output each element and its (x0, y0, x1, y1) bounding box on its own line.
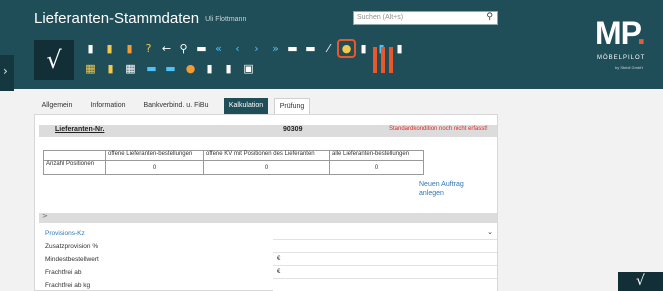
search-icon[interactable]: ⚲ (486, 12, 493, 22)
field-label: Frachtfrei ab (45, 269, 82, 276)
page-title: Lieferanten-Stammdaten Uli Flottmann (34, 10, 246, 27)
first-icon[interactable]: « (212, 42, 225, 55)
doc-report-icon[interactable]: ▮ (357, 42, 370, 55)
doc-b-icon[interactable]: ▮ (222, 62, 235, 75)
count-cell: 0 (203, 160, 330, 175)
header-bar: Lieferanten-Stammdaten Uli Flottmann Such… (0, 0, 663, 89)
grid-icon[interactable]: ▦ (124, 62, 137, 75)
field-value: € (277, 256, 281, 262)
main-content: Allgemein Information Bankverbind. u. FiBu… (30, 89, 663, 291)
sidebar-toggle[interactable]: › (0, 55, 14, 91)
print-icon[interactable]: ▬ (195, 42, 208, 55)
field-row: Provisions-Kz ⌄ (43, 228, 498, 240)
search-icon[interactable]: ⚲ (177, 42, 190, 55)
mail-icon[interactable]: ▬ (286, 42, 299, 55)
count-cell: 0 (329, 160, 424, 175)
standard-condition-warning: Standardkondition noch nicht erfasst! (389, 126, 488, 132)
field-row: Zusatzprovision % (43, 241, 498, 253)
logo: MP. MÖBELPILOT by Steidl GmbH (593, 15, 653, 75)
supplier-number-label: Lieferanten-Nr. (55, 126, 105, 133)
tab-allgemein[interactable]: Allgemein (34, 98, 80, 114)
field-select[interactable]: ⌄ (273, 228, 497, 240)
app-window: Lieferanten-Stammdaten Uli Flottmann Such… (0, 0, 663, 291)
doc-edit-icon[interactable]: ▮ (103, 42, 116, 55)
chevron-right-icon: › (3, 64, 8, 78)
doc-new-icon[interactable]: ▮ (84, 42, 97, 55)
field-row: Frachtfrei ab € (43, 267, 498, 279)
new-order-link[interactable]: Neuen Auftrag anlegen (419, 180, 479, 198)
truck-out-icon[interactable]: ▬ (145, 62, 158, 75)
section-strip: > (39, 212, 497, 223)
supplier-header: Lieferanten-Nr. 90309 Standardkondition no… (39, 125, 497, 137)
confirm-check-button[interactable]: √ (618, 272, 663, 291)
prev-icon[interactable]: ‹ (231, 42, 244, 55)
field-label: Mindestbestellwert (45, 256, 99, 263)
open-orders-table: offene Lieferanten-bestellungen offene KV… (43, 150, 424, 175)
field-label[interactable]: Provisions-Kz (45, 230, 85, 237)
palette-icon[interactable]: ● (184, 62, 197, 75)
table-header-row: offene Lieferanten-bestellungen offene KV… (43, 150, 424, 161)
truck-icon[interactable]: ▬ (304, 42, 317, 55)
last-icon[interactable]: » (269, 42, 282, 55)
highlight-marker-b (381, 47, 385, 73)
help-icon[interactable]: ? (142, 42, 155, 55)
field-value: € (277, 269, 281, 275)
logo-tagline: by Steidl GmbH (615, 65, 644, 70)
search-placeholder: Suchen (Alt+s) (357, 14, 404, 21)
next-icon[interactable]: › (250, 42, 263, 55)
field-row: Mindestbestellwert € (43, 254, 498, 266)
tab-bankverbind-u-fibu[interactable]: Bankverbind. u. FiBu (134, 98, 218, 114)
field-row: Frachtfrei ab kg (43, 280, 498, 291)
supplier-number: 90309 (283, 126, 303, 133)
logo-dot: . (636, 15, 646, 51)
field-label: Frachtfrei ab kg (45, 282, 91, 289)
logo-mark: MP. (595, 15, 646, 52)
highlight-marker-c (389, 47, 393, 73)
calendar-icon[interactable]: ▦ (84, 62, 97, 75)
chevron-right-icon[interactable]: > (42, 212, 48, 220)
tag-icon[interactable]: ● (337, 39, 356, 58)
logo-subtitle: MÖBELPILOT (597, 55, 646, 61)
field-label: Zusatzprovision % (45, 243, 99, 250)
doc-star-icon[interactable]: ▮ (104, 62, 117, 75)
truck-in-icon[interactable]: ▬ (164, 62, 177, 75)
field-input[interactable] (273, 280, 497, 291)
field-input[interactable]: € (273, 254, 497, 266)
column-header: alle Lieferanten-bestellungen (329, 150, 424, 161)
back-icon[interactable]: ← (160, 42, 173, 55)
logo-mark-text: MP (595, 15, 638, 51)
doc-a-icon[interactable]: ▮ (203, 62, 216, 75)
table-corner-cell (43, 150, 106, 161)
count-cell: 0 (105, 160, 204, 175)
field-input[interactable]: € (273, 267, 497, 279)
search-input[interactable]: Suchen (Alt+s) ⚲ (353, 11, 498, 25)
field-input[interactable] (273, 241, 497, 253)
column-header: offene Lieferanten-bestellungen (105, 150, 204, 161)
tool-icon[interactable]: ⁄ (322, 42, 335, 55)
tab-kalkulation[interactable]: Kalkulation (224, 98, 268, 114)
copy-icon[interactable]: ▮ (393, 42, 406, 55)
title-text: Lieferanten-Stammdaten (34, 10, 200, 27)
column-header: offene KV mit Positionen des Lieferanten (203, 150, 330, 161)
table-row: Anzahl Positionen 0 0 0 (43, 160, 424, 175)
image-icon[interactable]: ▣ (242, 62, 255, 75)
calculation-panel: Lieferanten-Nr. 90309 Standardkondition no… (34, 114, 498, 291)
tab-pr-fung[interactable]: Prüfung (274, 98, 310, 114)
tab-information[interactable]: Information (88, 98, 128, 114)
user-name: Uli Flottmann (205, 15, 247, 23)
save-check-button[interactable]: √ (34, 40, 74, 80)
chevron-down-icon[interactable]: ⌄ (487, 228, 493, 236)
highlight-marker-a (373, 47, 377, 73)
row-header: Anzahl Positionen (43, 160, 106, 175)
trash-icon[interactable]: ▮ (123, 42, 136, 55)
